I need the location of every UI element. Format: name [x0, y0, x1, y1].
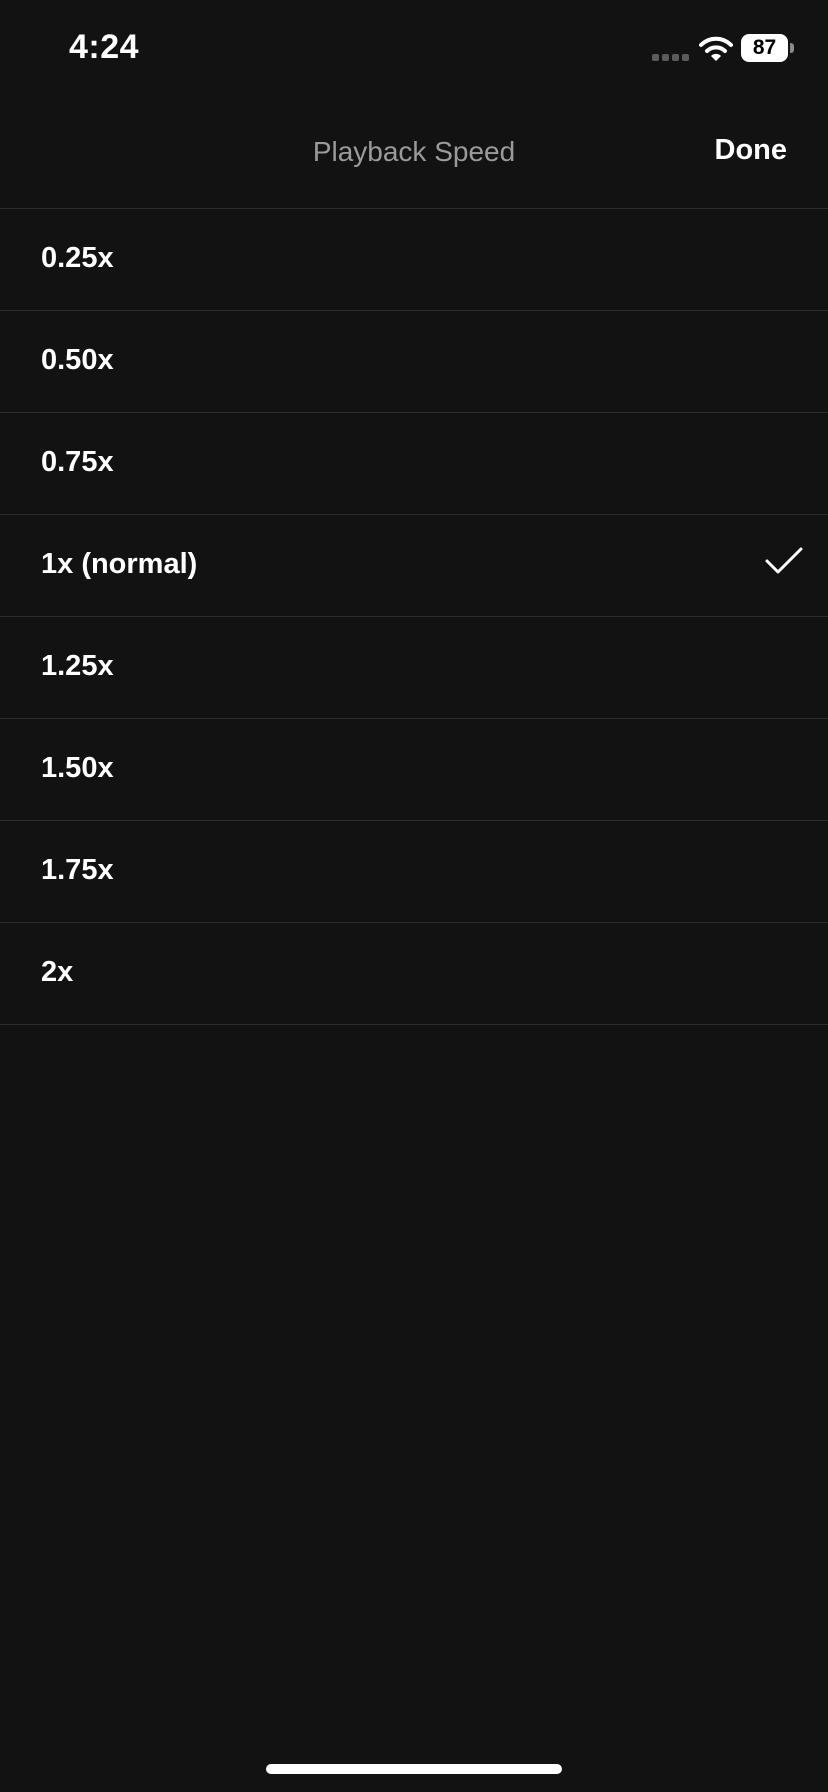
nav-header: Playback Speed Done — [0, 100, 828, 209]
battery-level: 87 — [752, 36, 777, 59]
speed-option-0-75x[interactable]: 0.75x — [0, 413, 828, 515]
wifi-icon — [699, 36, 733, 61]
signal-icon — [652, 54, 692, 62]
home-indicator[interactable] — [266, 1764, 562, 1774]
speed-option-label: 1.75x — [41, 854, 114, 886]
status-bar: 4:24 87 — [0, 0, 828, 100]
speed-option-label: 2x — [41, 956, 74, 988]
speed-option-1x-normal[interactable]: 1x (normal) — [0, 515, 828, 617]
speed-option-1-50x[interactable]: 1.50x — [0, 719, 828, 821]
checkmark-icon — [765, 547, 803, 574]
page-title: Playback Speed — [312, 136, 516, 167]
speed-option-1-75x[interactable]: 1.75x — [0, 821, 828, 923]
speed-option-label: 0.50x — [41, 344, 114, 376]
speed-option-label: 0.25x — [41, 242, 114, 274]
speed-option-0-50x[interactable]: 0.50x — [0, 311, 828, 413]
done-button[interactable]: Done — [715, 134, 788, 167]
speed-option-label: 1.25x — [41, 650, 114, 682]
speed-option-1-25x[interactable]: 1.25x — [0, 617, 828, 719]
battery-cap — [790, 43, 794, 53]
speed-list: 0.25x 0.50x 0.75x 1x (normal) 1.25x 1.50… — [0, 209, 828, 1025]
speed-option-2x[interactable]: 2x — [0, 923, 828, 1025]
status-time: 4:24 — [69, 28, 140, 66]
speed-option-label: 0.75x — [41, 446, 114, 478]
speed-option-label: 1x (normal) — [41, 548, 198, 580]
speed-option-label: 1.50x — [41, 752, 114, 784]
speed-option-0-25x[interactable]: 0.25x — [0, 209, 828, 311]
battery-icon: 87 — [741, 34, 794, 62]
